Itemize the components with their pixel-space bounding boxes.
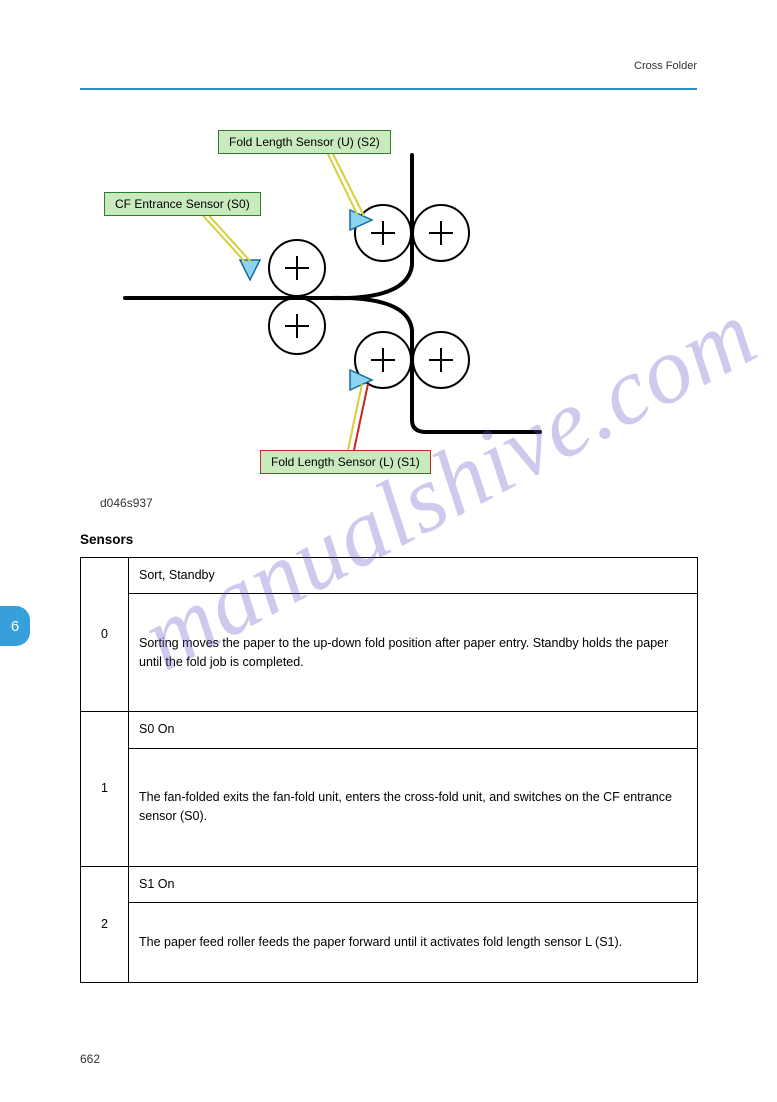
step-title: S0 On: [129, 712, 698, 748]
step-number: 2: [81, 866, 129, 982]
table-row: The paper feed roller feeds the paper fo…: [81, 903, 698, 983]
step-number: 1: [81, 712, 129, 866]
step-detail: The paper feed roller feeds the paper fo…: [129, 903, 698, 983]
header-rule: [80, 88, 697, 90]
steps-table: 0 Sort, Standby Sorting moves the paper …: [80, 557, 698, 983]
table-row: 2 S1 On: [81, 866, 698, 902]
sensors-heading: Sensors: [80, 532, 697, 547]
page-number: 662: [80, 1052, 100, 1066]
step-number: 0: [81, 558, 129, 712]
figure-id: d046s937: [100, 496, 153, 510]
diagram-figure: Fold Length Sensor (U) (S2) CF Entrance …: [90, 120, 650, 510]
table-row: 0 Sort, Standby: [81, 558, 698, 594]
step-detail: Sorting moves the paper to the up-down f…: [129, 594, 698, 712]
callout-lower-sensor: Fold Length Sensor (L) (S1): [260, 450, 431, 474]
step-title: Sort, Standby: [129, 558, 698, 594]
side-tab: 6: [0, 606, 30, 646]
step-title: S1 On: [129, 866, 698, 902]
table-row: Sorting moves the paper to the up-down f…: [81, 594, 698, 712]
callout-entrance-sensor: CF Entrance Sensor (S0): [104, 192, 261, 216]
table-row: 1 S0 On: [81, 712, 698, 748]
step-detail: The fan-folded exits the fan-fold unit, …: [129, 748, 698, 866]
table-row: The fan-folded exits the fan-fold unit, …: [81, 748, 698, 866]
header-section-title: Cross Folder: [634, 60, 697, 72]
callout-upper-sensor: Fold Length Sensor (U) (S2): [218, 130, 391, 154]
